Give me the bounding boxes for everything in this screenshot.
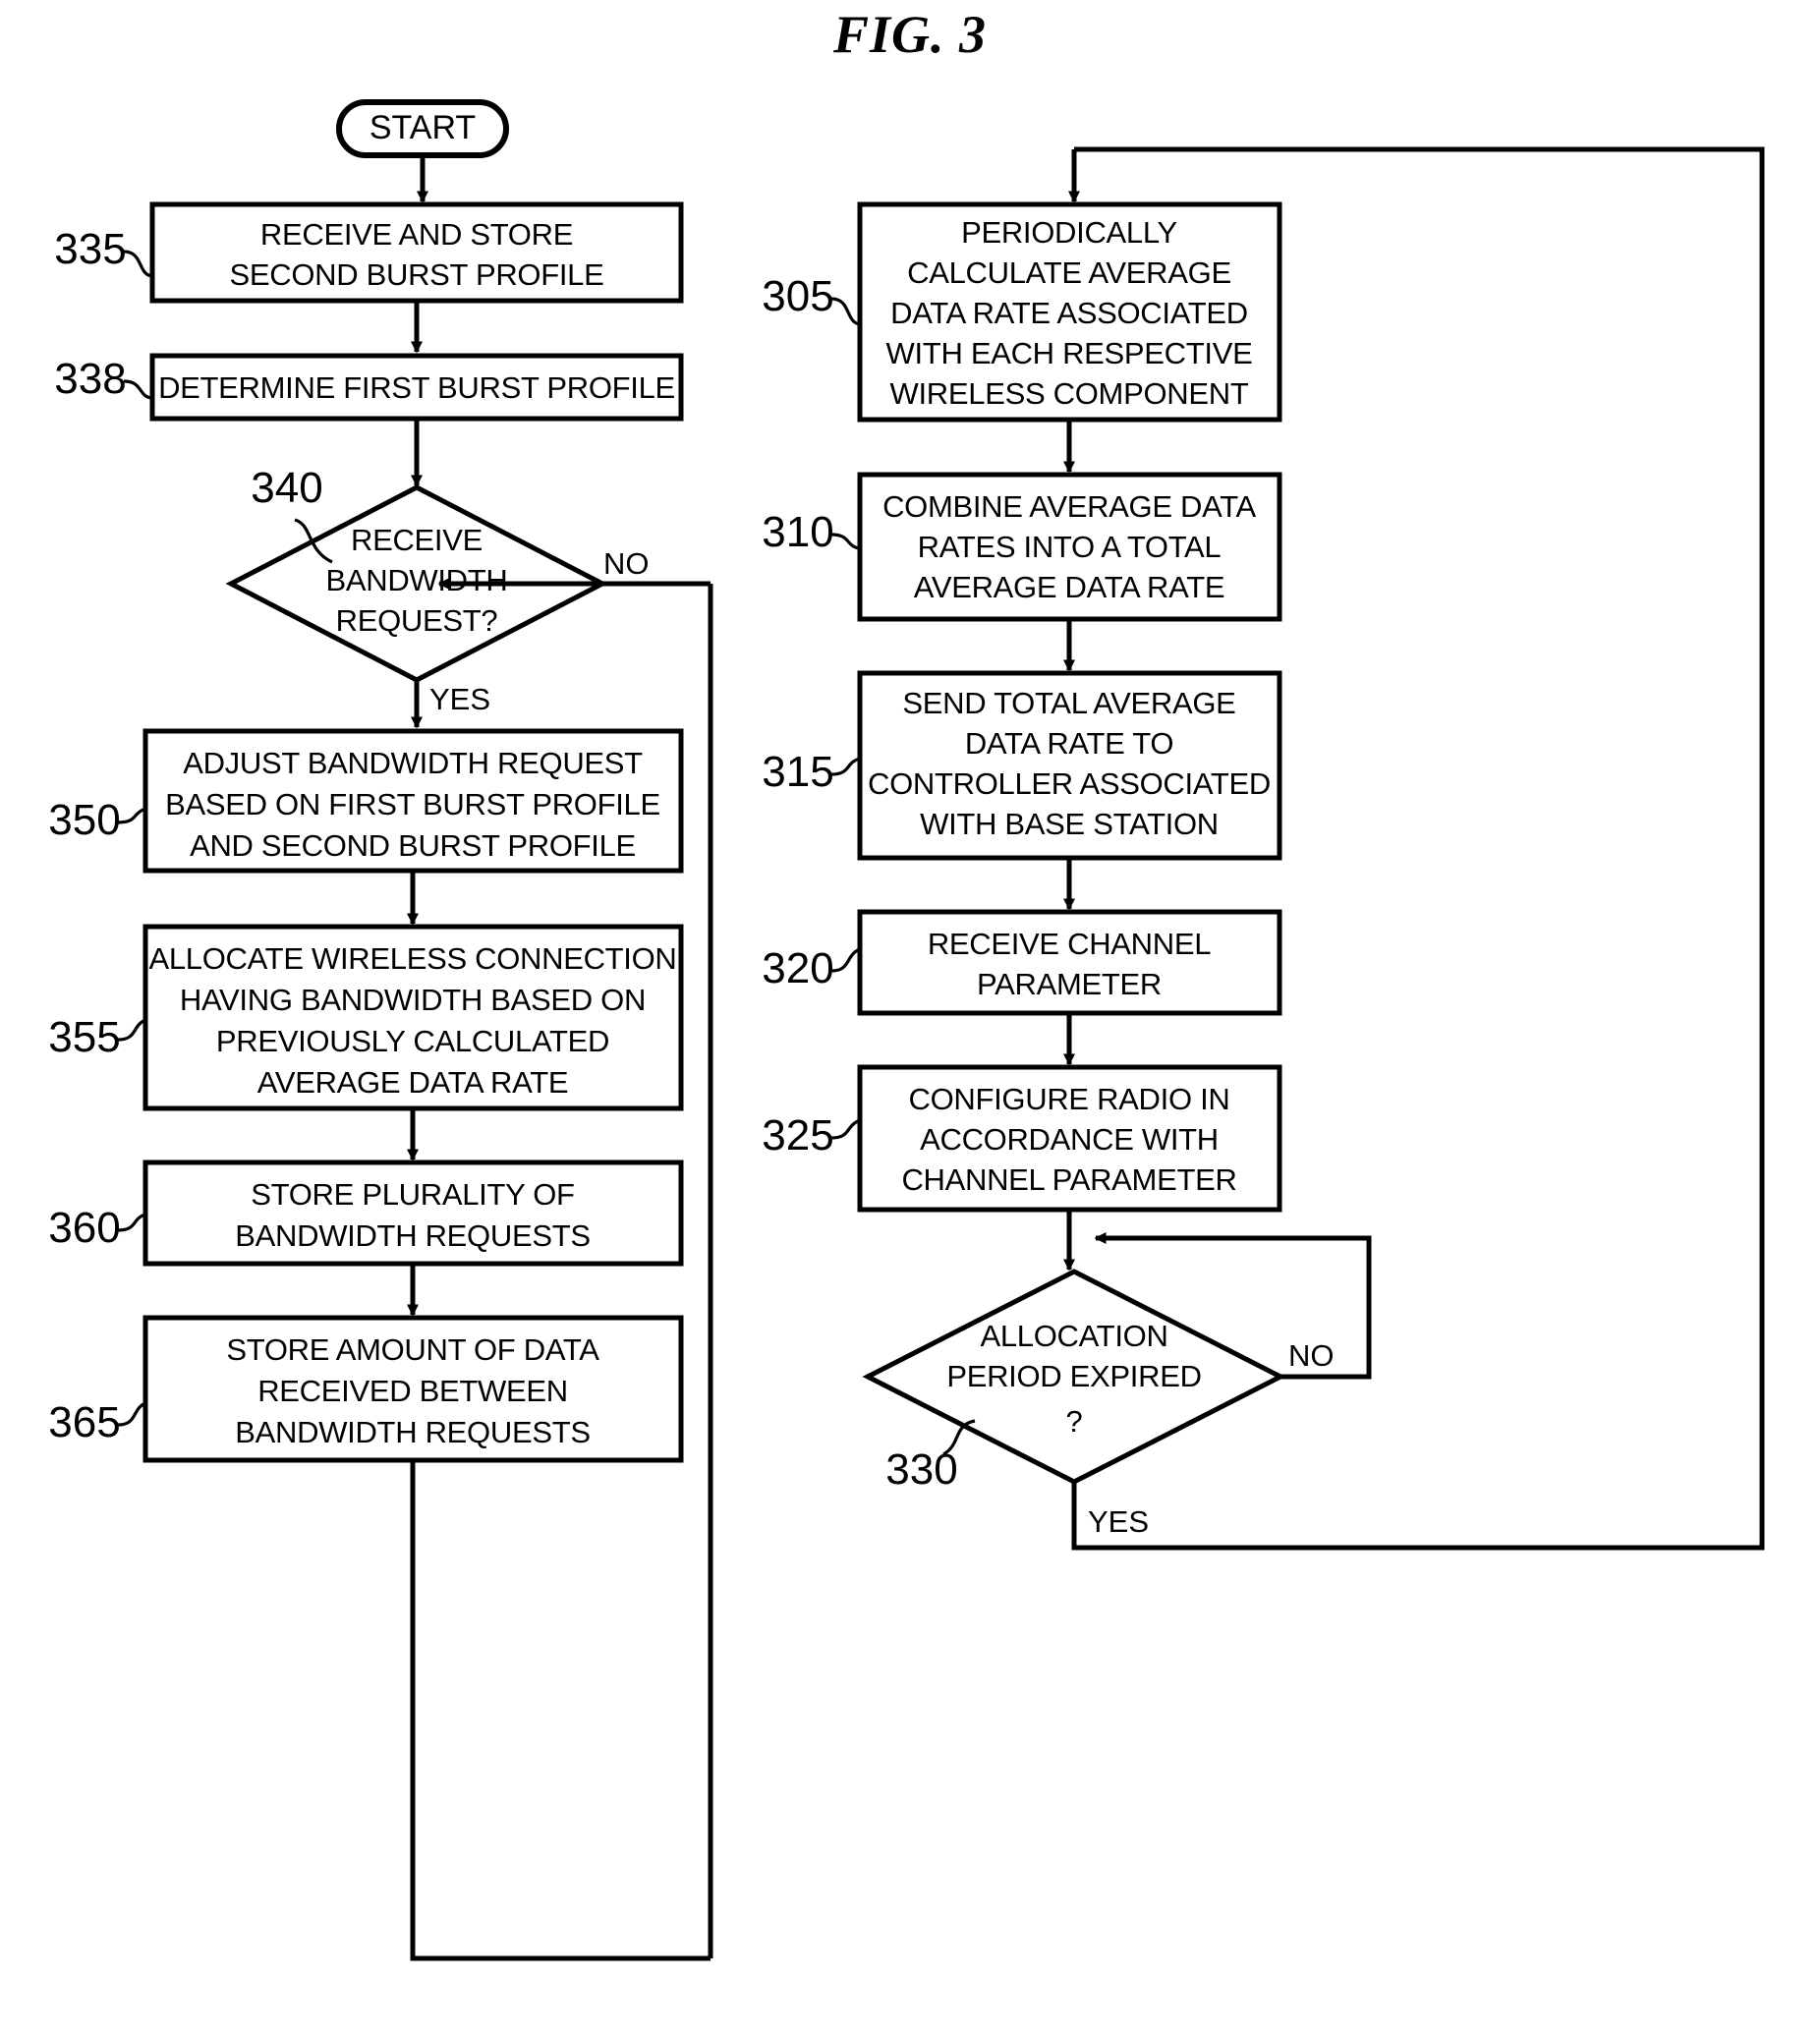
process-305-line-3: WITH EACH RESPECTIVE <box>886 336 1253 370</box>
process-338-line-0: DETERMINE FIRST BURST PROFILE <box>158 370 675 405</box>
ref-number-310: 310 <box>762 508 833 556</box>
ref-number-305: 305 <box>762 272 833 320</box>
start-terminal-label: START <box>370 109 476 146</box>
decision-340-line-2: REQUEST? <box>336 603 498 638</box>
process-355: ALLOCATE WIRELESS CONNECTION HAVING BAND… <box>142 924 684 1111</box>
process-325: CONFIGURE RADIO IN ACCORDANCE WITH CHANN… <box>857 1064 1282 1213</box>
connector-365-return-rail <box>410 1460 711 1961</box>
process-320: RECEIVE CHANNEL PARAMETER <box>857 909 1282 1016</box>
leader-line-350 <box>117 807 146 824</box>
process-305-line-1: CALCULATE AVERAGE <box>907 255 1231 290</box>
ref-number-355: 355 <box>48 1013 120 1061</box>
process-335-line-0: RECEIVE AND STORE <box>260 217 573 252</box>
decision-330-yes-label: YES <box>1088 1504 1149 1539</box>
process-360-line-1: BANDWIDTH REQUESTS <box>235 1218 590 1253</box>
process-360: STORE PLURALITY OF BANDWIDTH REQUESTS <box>142 1160 684 1267</box>
decision-330-no-label: NO <box>1288 1338 1335 1373</box>
ref-number-340: 340 <box>251 464 322 512</box>
process-315-line-2: CONTROLLER ASSOCIATED <box>868 766 1271 801</box>
process-350-line-2: AND SECOND BURST PROFILE <box>190 828 636 863</box>
process-355-line-1: HAVING BANDWIDTH BASED ON <box>180 983 646 1017</box>
ref-number-315: 315 <box>762 748 833 796</box>
process-365-line-1: RECEIVED BETWEEN <box>257 1374 568 1408</box>
decision-340-line-0: RECEIVE <box>351 523 483 557</box>
leader-line-355 <box>117 1018 146 1042</box>
leader-line-335 <box>123 250 153 278</box>
process-325-line-0: CONFIGURE RADIO IN <box>908 1082 1229 1116</box>
process-365-line-2: BANDWIDTH REQUESTS <box>235 1415 590 1449</box>
process-315: SEND TOTAL AVERAGE DATA RATE TO CONTROLL… <box>857 670 1282 861</box>
process-338: DETERMINE FIRST BURST PROFILE <box>149 353 684 422</box>
process-305-line-2: DATA RATE ASSOCIATED <box>890 296 1248 330</box>
process-320-line-1: PARAMETER <box>977 967 1162 1001</box>
process-350: ADJUST BANDWIDTH REQUEST BASED ON FIRST … <box>142 728 684 874</box>
process-310-line-1: RATES INTO A TOTAL <box>918 530 1222 564</box>
process-355-line-0: ALLOCATE WIRELESS CONNECTION <box>148 941 676 976</box>
process-305: PERIODICALLY CALCULATE AVERAGE DATA RATE… <box>857 201 1282 423</box>
ref-number-325: 325 <box>762 1111 833 1160</box>
process-360-line-0: STORE PLURALITY OF <box>251 1177 574 1212</box>
ref-number-335: 335 <box>54 225 126 273</box>
process-310-line-2: AVERAGE DATA RATE <box>914 570 1224 604</box>
leader-line-325 <box>830 1118 861 1140</box>
process-355-line-3: AVERAGE DATA RATE <box>257 1065 568 1100</box>
process-335-line-1: SECOND BURST PROFILE <box>229 257 603 292</box>
process-310: COMBINE AVERAGE DATA RATES INTO A TOTAL … <box>857 472 1282 622</box>
leader-line-365 <box>117 1401 146 1427</box>
decision-340-no-label: NO <box>603 546 650 581</box>
start-terminal: START <box>336 99 509 158</box>
decision-340-line-1: BANDWIDTH <box>325 563 507 597</box>
ref-number-338: 338 <box>54 355 126 403</box>
flowchart-svg: START RECEIVE AND STORE SECOND BURST PRO… <box>48 99 1765 1961</box>
process-365-line-0: STORE AMOUNT OF DATA <box>226 1332 599 1367</box>
decision-330-line-1: PERIOD EXPIRED <box>946 1359 1201 1393</box>
process-305-line-0: PERIODICALLY <box>961 215 1177 250</box>
process-315-line-1: DATA RATE TO <box>965 726 1173 761</box>
ref-number-350: 350 <box>48 796 120 844</box>
ref-number-360: 360 <box>48 1204 120 1252</box>
process-325-line-2: CHANNEL PARAMETER <box>901 1162 1236 1197</box>
leader-line-315 <box>830 757 861 776</box>
ref-number-320: 320 <box>762 944 833 992</box>
process-320-line-0: RECEIVE CHANNEL <box>928 927 1211 961</box>
process-325-line-1: ACCORDANCE WITH <box>920 1122 1219 1157</box>
process-315-line-3: WITH BASE STATION <box>920 807 1219 841</box>
process-365: STORE AMOUNT OF DATA RECEIVED BETWEEN BA… <box>142 1315 684 1463</box>
decision-330-line-0: ALLOCATION <box>980 1319 1167 1353</box>
leader-line-360 <box>117 1213 146 1232</box>
leader-line-305 <box>830 297 861 326</box>
decision-330-line-2: ? <box>1066 1404 1083 1439</box>
process-315-line-0: SEND TOTAL AVERAGE <box>902 686 1235 720</box>
leader-line-338 <box>123 379 153 400</box>
leader-line-320 <box>830 947 861 973</box>
process-305-line-4: WIRELESS COMPONENT <box>890 376 1249 411</box>
process-350-line-0: ADJUST BANDWIDTH REQUEST <box>183 746 643 780</box>
process-355-line-2: PREVIOUSLY CALCULATED <box>216 1024 609 1058</box>
process-310-line-0: COMBINE AVERAGE DATA <box>882 489 1256 524</box>
leader-line-310 <box>830 533 861 550</box>
process-350-line-1: BASED ON FIRST BURST PROFILE <box>165 787 660 821</box>
figure-canvas: FIG. 3 START RECEIVE AND STORE SECOND BU… <box>0 0 1820 2037</box>
decision-340-yes-label: YES <box>429 682 490 716</box>
ref-number-365: 365 <box>48 1398 120 1446</box>
process-335: RECEIVE AND STORE SECOND BURST PROFILE <box>149 201 684 304</box>
